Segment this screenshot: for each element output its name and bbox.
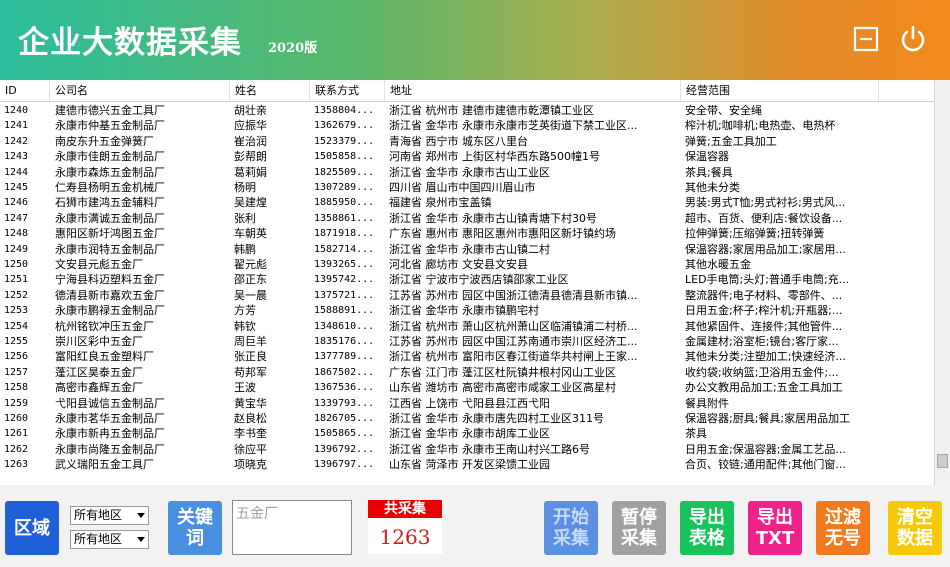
city-select-value: 所有地区: [74, 532, 123, 546]
scrollbar-thumb[interactable]: [937, 454, 948, 468]
cell-address: 山东省 菏泽市 开发区梁馈工业园: [389, 458, 550, 472]
column-header-filler: [879, 80, 934, 101]
province-select-value: 所有地区: [74, 508, 123, 522]
start-collect-button[interactable]: 开始采集: [544, 501, 598, 555]
version-label: 2020版: [268, 41, 318, 56]
export-txt-button[interactable]: 导出TXT: [748, 501, 802, 555]
grid-body: 1240 建德市德兴五金工具厂 胡壮亲 1358804... 浙江省 杭州市 建德市建德…: [0, 102, 934, 485]
table-row[interactable]: 1263 武义瑞阳五金工具厂 项晓克 1396797... 山东省 菏泽市 开发区梁馈工…: [0, 456, 934, 473]
grid-header: ID 公司名 姓名 联系方式 地址 经营范围: [0, 80, 934, 102]
column-header-address[interactable]: 地址: [385, 80, 681, 101]
column-header-id[interactable]: ID: [0, 80, 50, 101]
column-header-contact[interactable]: 联系方式: [310, 80, 385, 101]
column-header-company[interactable]: 公司名: [50, 80, 230, 101]
vertical-scrollbar[interactable]: [934, 80, 950, 485]
keyword-input[interactable]: 五金厂: [232, 500, 352, 555]
data-grid[interactable]: ID 公司名 姓名 联系方式 地址 经营范围 1240 建德市德兴五金工具厂 胡壮亲…: [0, 80, 950, 485]
filter-no-phone-button[interactable]: 过滤无号: [816, 501, 870, 555]
cell-contact: 1396797...: [314, 459, 375, 471]
cell-company: 武义瑞阳五金工具厂: [55, 458, 154, 472]
export-table-button[interactable]: 导出表格: [680, 501, 734, 555]
power-icon[interactable]: [898, 24, 928, 54]
clear-data-button[interactable]: 清空数据: [888, 501, 942, 555]
app-title: 企业大数据采集: [18, 25, 242, 61]
minimize-icon[interactable]: [852, 24, 882, 54]
chevron-down-icon: [137, 537, 145, 542]
city-select[interactable]: 所有地区: [70, 530, 149, 549]
column-header-name[interactable]: 姓名: [230, 80, 310, 101]
cell-id: 1263: [4, 459, 29, 471]
province-select[interactable]: 所有地区: [70, 506, 149, 525]
pause-collect-button[interactable]: 暂停采集: [612, 501, 666, 555]
count-value: 1263: [368, 518, 442, 554]
chevron-down-icon: [137, 513, 145, 518]
region-button[interactable]: 区域: [5, 501, 59, 555]
keyword-button[interactable]: 关键词: [168, 501, 222, 555]
bottom-toolbar: 区域 所有地区 所有地区 关键词: [0, 485, 950, 567]
column-header-business[interactable]: 经营范围: [681, 80, 879, 101]
cell-name: 项晓克: [234, 458, 267, 472]
cell-business: 合页、铰链;通用配件;其他门窗...: [685, 458, 846, 472]
count-label: 共采集: [368, 500, 442, 518]
title-bar: 企业大数据采集 2020版: [0, 0, 950, 80]
